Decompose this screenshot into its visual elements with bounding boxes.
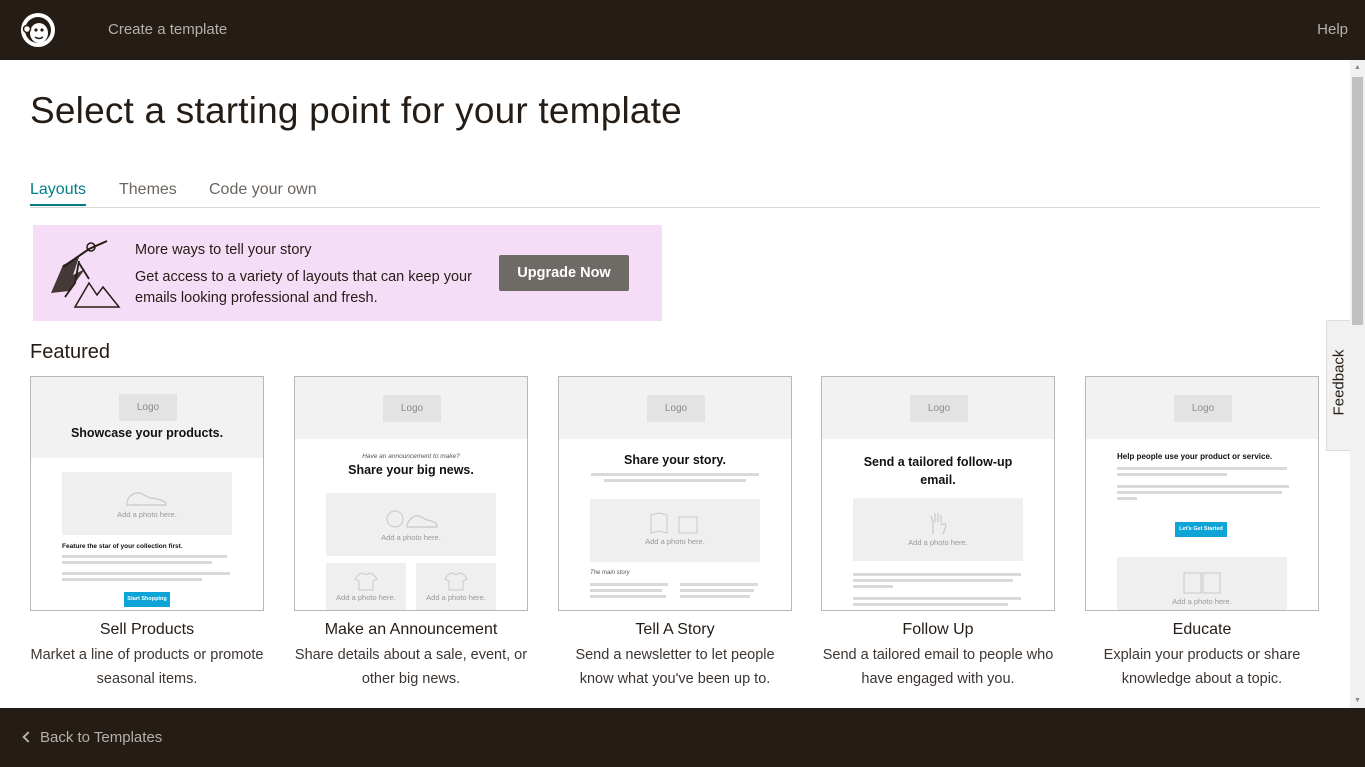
thumb-logo-placeholder: Logo [647, 395, 705, 422]
template-card-follow-up[interactable]: Logo Send a tailored follow-up email. Ad… [821, 376, 1055, 691]
thumb-logo-placeholder: Logo [383, 395, 441, 422]
hand-icon [930, 513, 947, 535]
template-thumbnail[interactable]: Logo Showcase your products. Add a photo… [30, 376, 264, 611]
map-and-bag-icon [650, 512, 698, 534]
scrollbar-thumb[interactable] [1352, 77, 1363, 325]
top-bar: Create a template Help [0, 0, 1365, 60]
featured-heading: Featured [30, 341, 111, 363]
header-title: Create a template [108, 21, 228, 38]
shoe-icon [126, 492, 167, 506]
thumb-photo-placeholder: Add a photo here. [590, 499, 760, 562]
upgrade-now-button[interactable]: Upgrade Now [499, 255, 629, 291]
card-description: Market a line of products or promote sea… [30, 647, 264, 687]
card-description: Share details about a sale, event, or ot… [294, 647, 528, 687]
vertical-scrollbar[interactable]: ▲ ▼ [1350, 60, 1365, 708]
template-thumbnail[interactable]: Logo Share your story. Add a photo here.… [558, 376, 792, 611]
thumb-headline: Share your big news. [348, 463, 474, 477]
thumb-logo-placeholder: Logo [1174, 395, 1232, 422]
card-title: Sell Products [99, 621, 195, 638]
thumb-photo-placeholder: Add a photo here. [853, 498, 1023, 561]
thumb-photo-placeholder: Add a photo here. [62, 472, 232, 535]
thumb-photo-placeholder-small: Add a photo here. [416, 563, 496, 610]
back-to-templates-link[interactable]: Back to Templates [22, 729, 162, 746]
page-title: Select a starting point for your templat… [30, 90, 682, 131]
thumb-headline: Help people use your product or service. [1117, 452, 1273, 461]
template-tabs: Layouts Themes Code your own [30, 178, 1320, 208]
scroll-up-arrow-icon[interactable]: ▲ [1350, 60, 1365, 75]
feedback-tab[interactable]: Feedback [1326, 320, 1351, 451]
sale-shoe-icon [386, 510, 438, 528]
book-icon [1183, 572, 1221, 594]
chevron-left-icon [22, 731, 34, 743]
thumb-kicker: The main story [590, 570, 630, 576]
template-card-educate[interactable]: Logo Help people use your product or ser… [1085, 376, 1319, 691]
thumb-headline: Share your story. [624, 453, 726, 467]
bottom-bar: Back to Templates [0, 708, 1365, 767]
tab-code-your-own[interactable]: Code your own [209, 181, 317, 199]
template-thumbnail[interactable]: Logo Have an announcement to make? Share… [294, 376, 528, 611]
card-title: Educate [1172, 621, 1232, 638]
tab-layouts[interactable]: Layouts [30, 181, 87, 206]
tab-themes[interactable]: Themes [119, 181, 177, 199]
card-title: Tell A Story [635, 621, 715, 638]
scroll-down-arrow-icon[interactable]: ▼ [1350, 693, 1365, 708]
thumb-cta-button: Start Shopping [124, 592, 170, 607]
template-thumbnail[interactable]: Logo Help people use your product or ser… [1085, 376, 1319, 611]
thumb-cta-button: Let's Get Started [1175, 522, 1227, 537]
card-description: Send a newsletter to let people know wha… [575, 647, 775, 687]
card-description: Send a tailored email to people who have… [822, 647, 1054, 687]
thumb-photo-placeholder: Add a photo here. [1117, 557, 1287, 610]
superhero-illustration-icon [51, 240, 121, 308]
thumb-headline: Send a tailored follow-up email. [863, 455, 1013, 487]
thumb-subhead: Feature the star of your collection firs… [62, 543, 183, 550]
upgrade-promo-banner: More ways to tell your story Get access … [33, 225, 662, 321]
promo-body: Get access to a variety of layouts that … [135, 269, 472, 306]
thumb-logo-placeholder: Logo [119, 394, 177, 421]
thumb-photo-placeholder-small: Add a photo here. [326, 563, 406, 610]
feedback-label: Feedback [1330, 349, 1348, 416]
card-title: Follow Up [902, 621, 974, 638]
template-card-sell-products[interactable]: Logo Showcase your products. Add a photo… [30, 376, 264, 691]
help-link[interactable]: Help [1317, 21, 1348, 38]
thumb-logo-placeholder: Logo [910, 395, 968, 422]
thumb-photo-placeholder: Add a photo here. [326, 493, 496, 556]
thumb-kicker: Have an announcement to make? [362, 453, 460, 460]
template-thumbnail[interactable]: Logo Send a tailored follow-up email. Ad… [821, 376, 1055, 611]
main-content: Select a starting point for your templat… [0, 60, 1350, 708]
card-title: Make an Announcement [324, 621, 498, 638]
card-description: Explain your products or share knowledge… [1103, 647, 1301, 687]
template-card-make-an-announcement[interactable]: Logo Have an announcement to make? Share… [294, 376, 528, 691]
template-card-tell-a-story[interactable]: Logo Share your story. Add a photo here.… [558, 376, 792, 691]
thumb-headline: Showcase your products. [70, 426, 224, 440]
promo-title: More ways to tell your story [135, 242, 312, 258]
tshirt-icon [444, 572, 468, 591]
freddie-logo-icon[interactable] [18, 10, 58, 50]
tshirt-icon [354, 572, 378, 591]
